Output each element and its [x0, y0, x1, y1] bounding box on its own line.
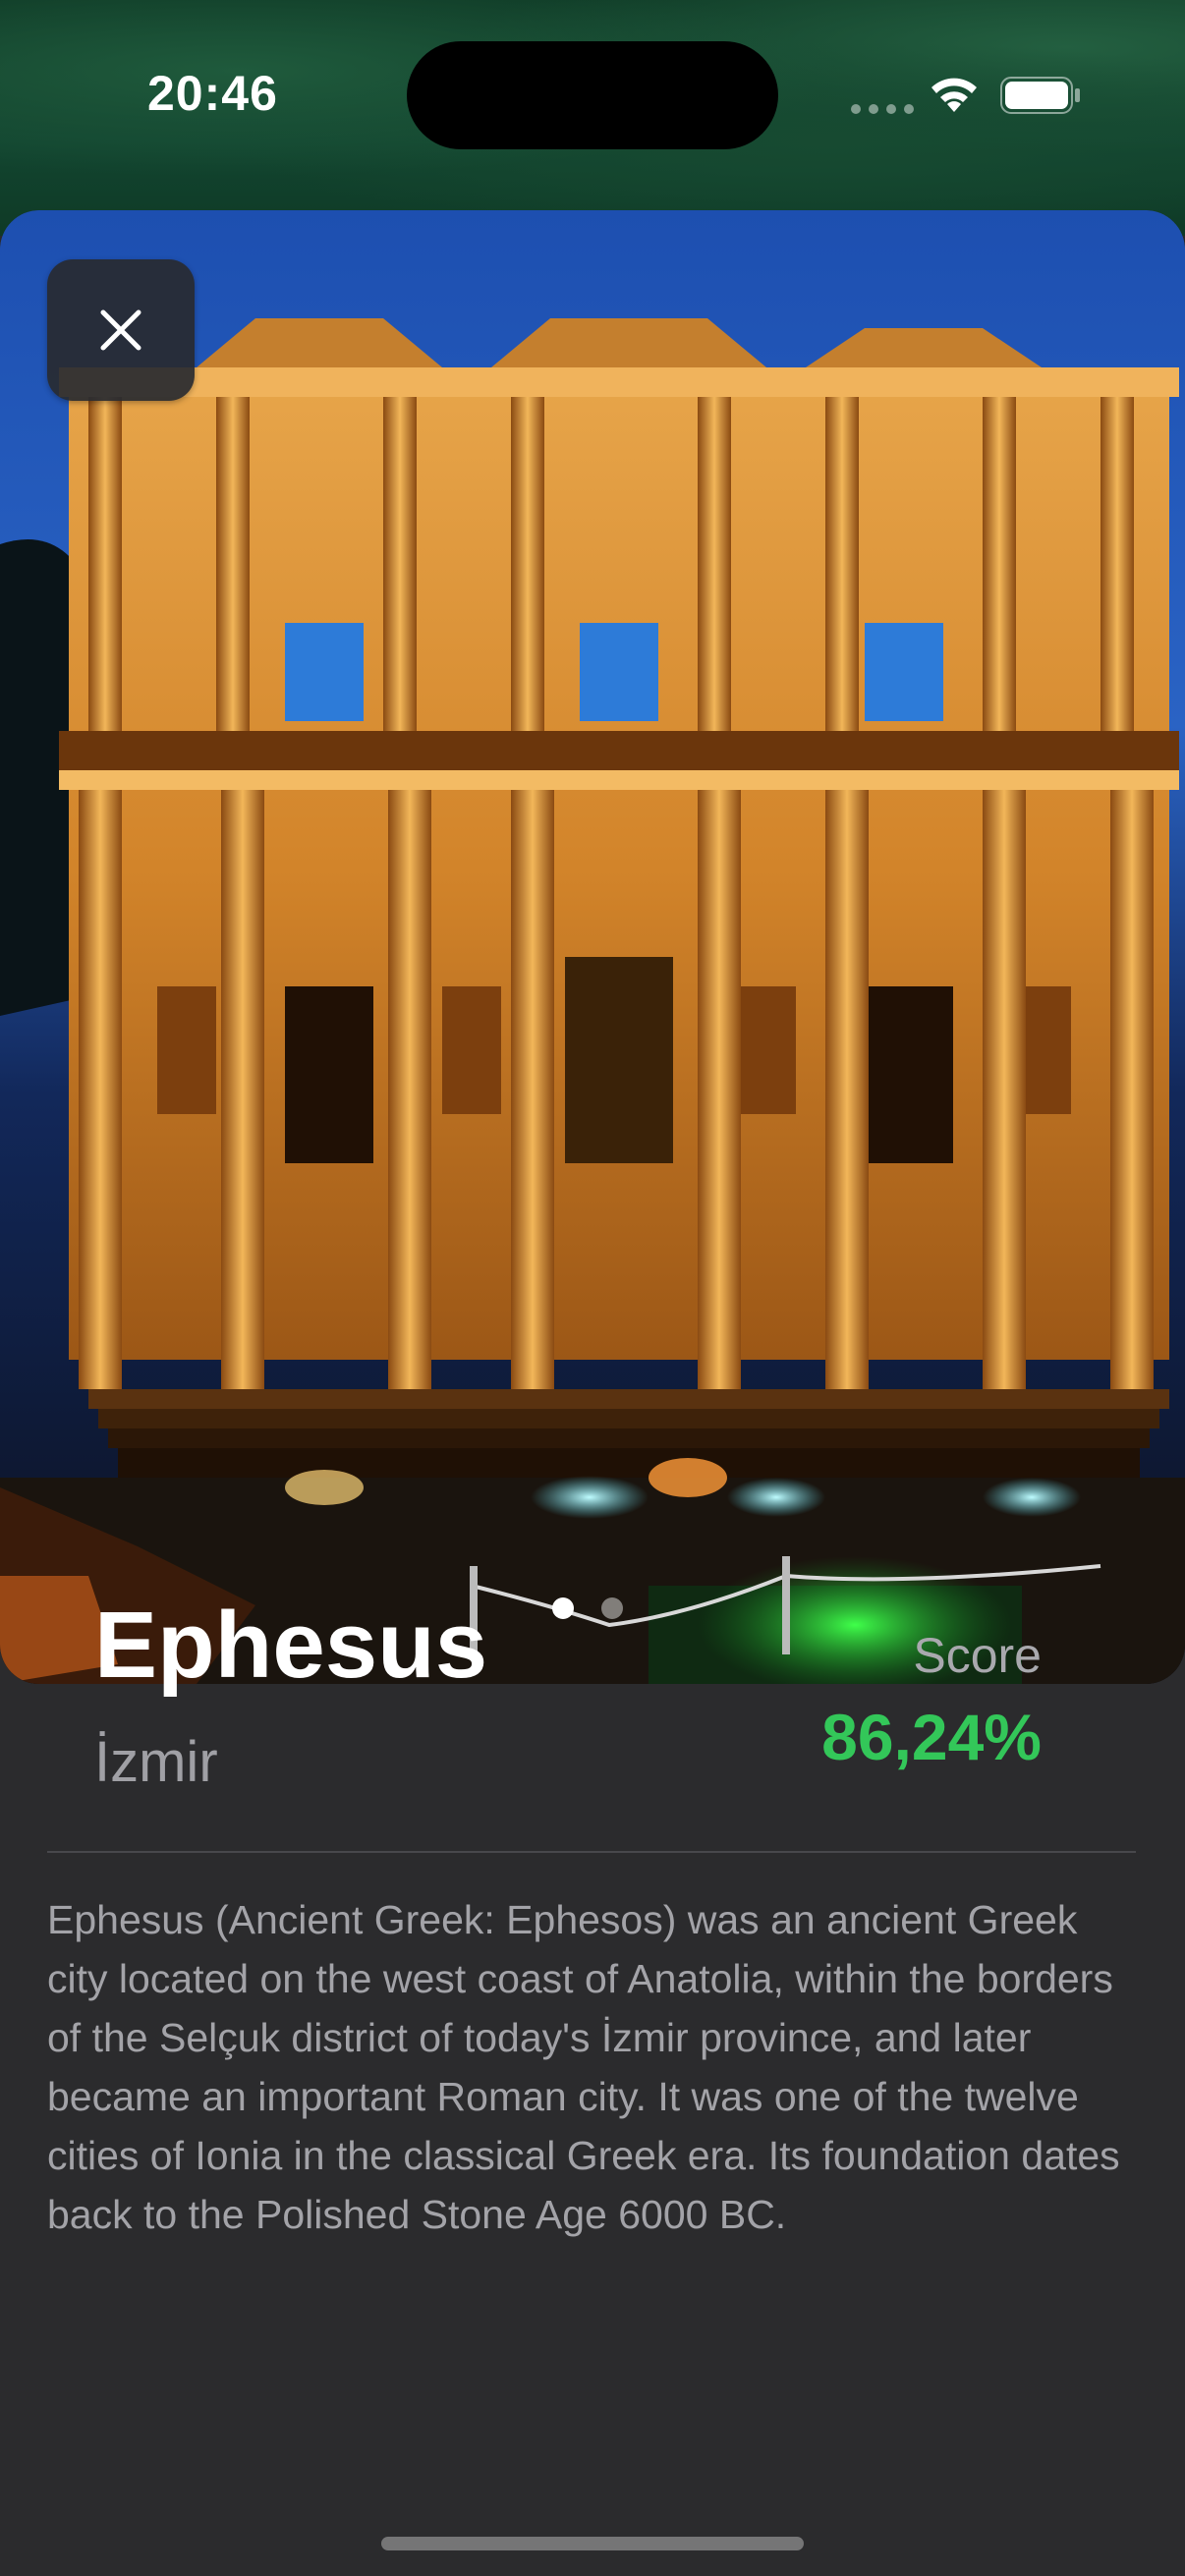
wifi-icon: [931, 78, 977, 112]
home-indicator[interactable]: [381, 2537, 804, 2550]
place-title: Ephesus: [94, 1593, 488, 1698]
gallery-page-indicator[interactable]: [552, 1597, 623, 1619]
place-description: Ephesus (Ancient Greek: Ephesos) was an …: [47, 1897, 1120, 2237]
close-button[interactable]: [47, 259, 195, 401]
place-photo-gallery[interactable]: [0, 210, 1185, 1684]
status-time: 20:46: [147, 66, 278, 121]
page-dot-2[interactable]: [601, 1597, 623, 1619]
close-icon: [100, 309, 141, 351]
library-photo: [0, 210, 1185, 1684]
battery-icon: [1000, 77, 1080, 114]
dynamic-island: [407, 41, 778, 149]
place-region: İzmir: [94, 1730, 218, 1794]
cellular-signal-icon: [851, 104, 914, 114]
divider: [47, 1851, 1136, 1853]
score-value: 86,24%: [821, 1701, 1042, 1773]
screen: 20:46 Ephesus İzmir Score 86,24% Ephesus…: [0, 0, 1185, 2576]
page-dot-1[interactable]: [552, 1597, 574, 1619]
score-label: Score: [913, 1628, 1042, 1683]
